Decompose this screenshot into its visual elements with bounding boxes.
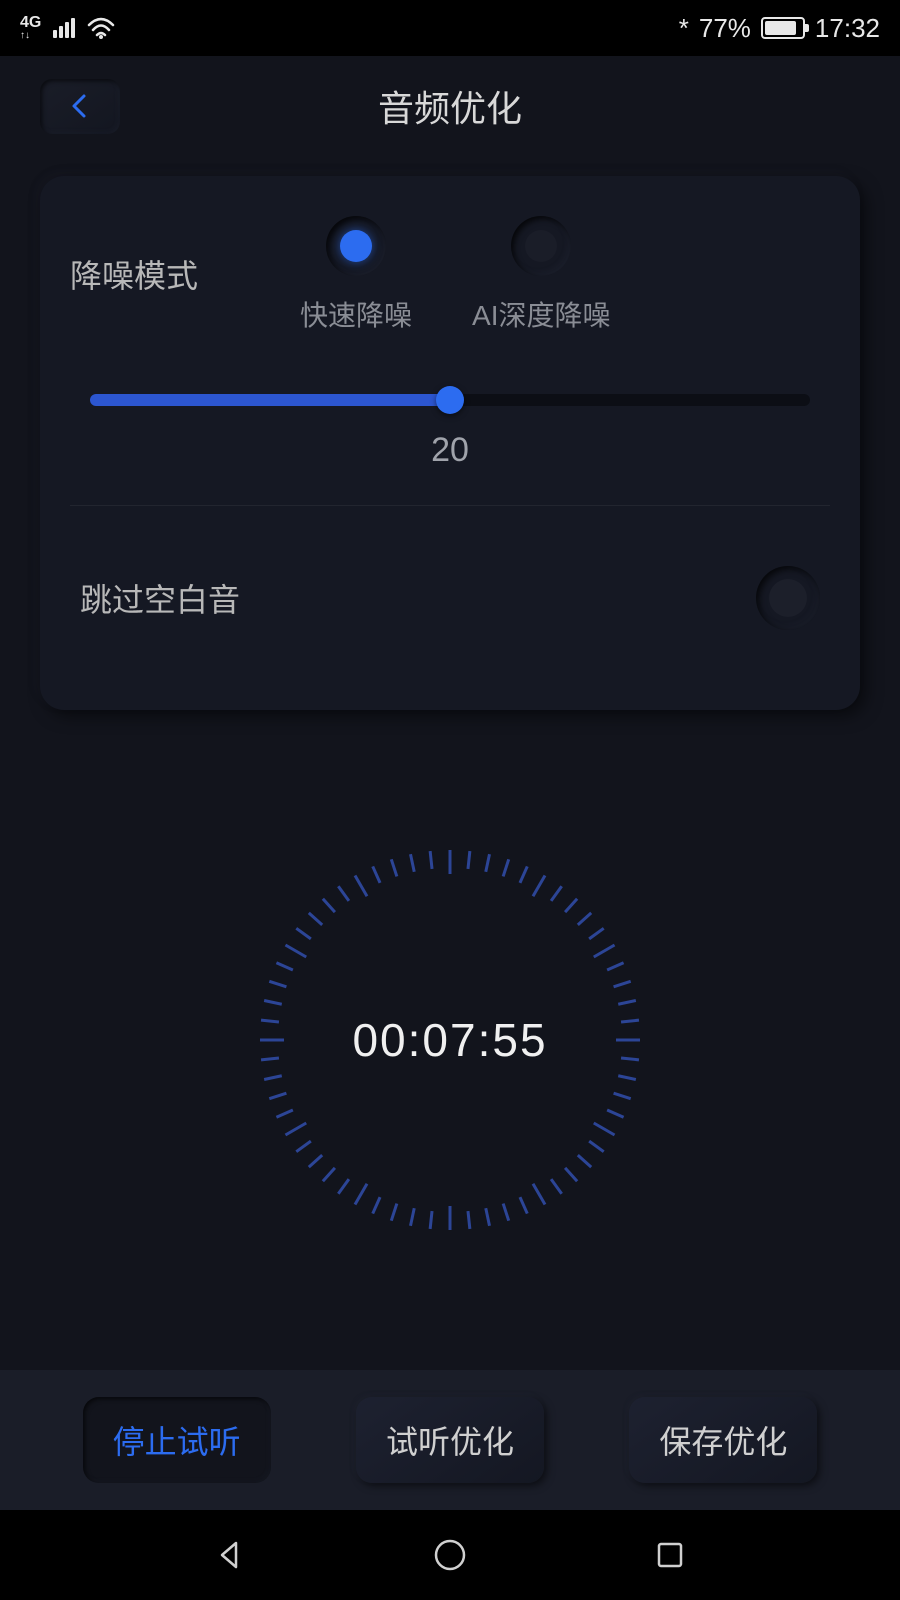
skip-silence-label: 跳过空白音 <box>80 575 240 621</box>
back-button[interactable] <box>40 79 120 134</box>
stop-preview-button[interactable]: 停止试听 <box>83 1397 271 1483</box>
noise-slider: 20 <box>70 364 830 506</box>
content: 降噪模式 快速降噪 AI深度降噪 <box>0 156 900 1370</box>
nav-recents-button[interactable] <box>650 1535 690 1575</box>
skip-silence-row: 跳过空白音 <box>70 506 830 660</box>
status-right: * 77% 17:32 <box>679 13 880 44</box>
noise-mode-label: 降噪模式 <box>70 216 270 297</box>
clock-time: 17:32 <box>815 13 880 44</box>
timer-display: 00:07:55 <box>260 850 640 1230</box>
radio-label-ai: AI深度降噪 <box>472 294 610 334</box>
radio-option-fast[interactable]: 快速降噪 <box>300 216 412 334</box>
bottom-action-bar: 停止试听 试听优化 保存优化 <box>0 1370 900 1510</box>
chevron-left-icon <box>66 92 94 120</box>
wifi-icon <box>87 17 115 39</box>
nav-home-button[interactable] <box>430 1535 470 1575</box>
radio-circle <box>511 216 571 276</box>
slider-fill <box>90 394 450 406</box>
slider-thumb[interactable] <box>436 386 464 414</box>
square-recents-icon <box>655 1540 685 1570</box>
triangle-back-icon <box>214 1539 246 1571</box>
save-optimize-button[interactable]: 保存优化 <box>629 1397 817 1483</box>
timer-section: 00:07:55 <box>40 710 860 1370</box>
battery-percent: 77% <box>699 13 751 44</box>
battery-icon <box>761 17 805 39</box>
cell-signal-icon <box>53 18 75 38</box>
circle-home-icon <box>432 1537 468 1573</box>
header: 音频优化 <box>0 56 900 156</box>
radio-label-fast: 快速降噪 <box>300 294 412 334</box>
slider-value: 20 <box>80 431 820 505</box>
bluetooth-icon: * <box>679 13 689 44</box>
status-bar: 4G ↑↓ * 77% 17:32 <box>0 0 900 56</box>
preview-optimize-button[interactable]: 试听优化 <box>356 1397 544 1483</box>
noise-mode-radio-group: 快速降噪 AI深度降噪 <box>300 216 830 334</box>
status-left: 4G ↑↓ <box>20 15 115 41</box>
page-title: 音频优化 <box>378 80 522 132</box>
network-indicator-icon: 4G ↑↓ <box>20 15 41 41</box>
timer-dial: 00:07:55 <box>260 850 640 1230</box>
settings-card: 降噪模式 快速降噪 AI深度降噪 <box>40 176 860 710</box>
skip-silence-toggle[interactable] <box>756 566 820 630</box>
noise-mode-row: 降噪模式 快速降噪 AI深度降噪 <box>70 216 830 364</box>
radio-option-ai[interactable]: AI深度降噪 <box>472 216 610 334</box>
system-nav-bar <box>0 1510 900 1600</box>
slider-track[interactable] <box>90 394 810 406</box>
nav-back-button[interactable] <box>210 1535 250 1575</box>
radio-circle <box>326 216 386 276</box>
